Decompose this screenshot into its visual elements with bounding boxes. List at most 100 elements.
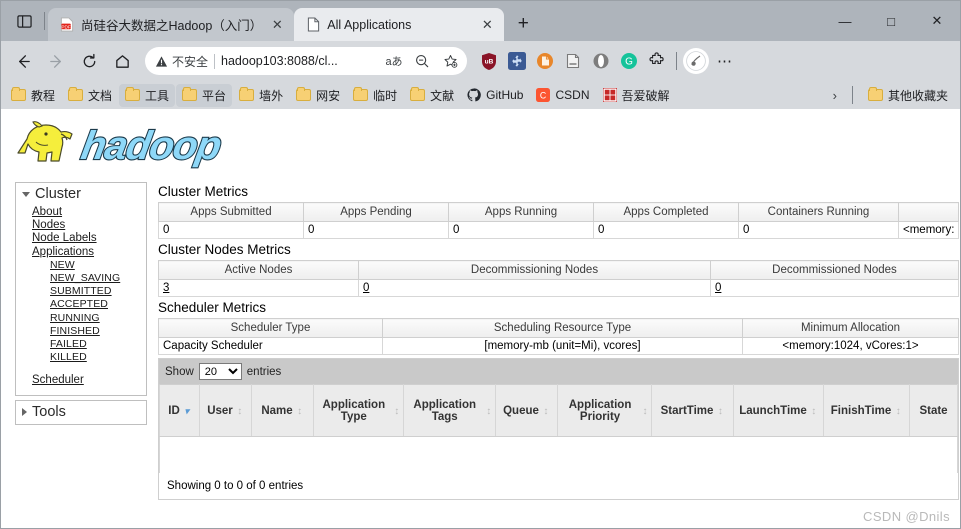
sidebar-item-node-labels[interactable]: Node Labels	[16, 232, 146, 245]
read-aloud-icon[interactable]: aあ	[383, 50, 405, 72]
table-empty-row	[159, 436, 958, 473]
col-user[interactable]: User	[199, 384, 252, 437]
page-note-icon[interactable]	[560, 48, 586, 74]
table-header-row: Active Nodes Decommissioning Nodes Decom…	[158, 260, 959, 280]
home-icon[interactable]	[106, 45, 138, 77]
sort-both-icon	[296, 405, 304, 417]
sidebar-item-applications[interactable]: Applications	[16, 246, 146, 259]
sidebar-tools-title: Tools	[32, 403, 66, 420]
cell-decommissioned-nodes[interactable]: 0	[715, 282, 721, 294]
opera-circle-icon[interactable]	[588, 48, 614, 74]
sidebar-item-running[interactable]: RUNNING	[16, 312, 146, 325]
security-label: 不安全	[172, 54, 209, 69]
close-window-button[interactable]: ✕	[914, 1, 960, 41]
applications-table-body	[159, 436, 958, 473]
col-queue[interactable]: Queue	[495, 384, 558, 437]
pdf-icon: PDF	[59, 17, 75, 33]
cell-decommissioning-nodes[interactable]: 0	[363, 282, 369, 294]
bookmark-github[interactable]: GitHub	[461, 85, 529, 105]
col-application-type[interactable]: Application Type	[313, 384, 404, 437]
security-warning[interactable]: 不安全	[155, 53, 208, 70]
table-row: 3 0 0	[158, 279, 959, 297]
sidebar-item-nodes[interactable]: Nodes	[16, 219, 146, 232]
cell-active-nodes[interactable]: 3	[163, 282, 169, 294]
address-bar[interactable]: 不安全 hadoop103:8088/cl... aあ	[145, 47, 467, 75]
grammarly-icon[interactable]: G	[616, 48, 642, 74]
col-starttime[interactable]: StartTime	[651, 384, 734, 437]
caret-down-icon[interactable]	[22, 191, 30, 197]
close-icon[interactable]: ✕	[268, 16, 286, 34]
col-name[interactable]: Name	[251, 384, 314, 437]
sidebar-item-submitted[interactable]: SUBMITTED	[16, 285, 146, 298]
table-header-row: Apps Submitted Apps Pending Apps Running…	[158, 202, 959, 222]
chevron-right-icon[interactable]: ›	[827, 88, 843, 103]
col-application-priority[interactable]: Application Priority	[557, 384, 652, 437]
profile-avatar[interactable]	[683, 48, 709, 74]
sidebar-item-killed[interactable]: KILLED	[16, 351, 146, 364]
reload-icon[interactable]	[73, 45, 105, 77]
orange-doc-icon[interactable]	[532, 48, 558, 74]
scheduler-metrics-title: Scheduler Metrics	[158, 300, 267, 315]
col-finishtime[interactable]: FinishTime	[823, 384, 910, 437]
tab-hadoop-pdf[interactable]: PDF 尚硅谷大数据之Hadoop（入门） ✕	[48, 8, 295, 41]
warning-triangle-icon	[155, 55, 168, 67]
bookmark-wenxian[interactable]: 文献	[404, 84, 460, 107]
maximize-button[interactable]: □	[868, 1, 914, 41]
sidebar-item-failed[interactable]: FAILED	[16, 338, 146, 351]
cell-scheduling-resource-type: [memory-mb (unit=Mi), vcores]	[382, 337, 743, 355]
sidebar-item-scheduler[interactable]: Scheduler	[16, 374, 146, 387]
sidebar-item-new[interactable]: NEW	[16, 259, 146, 272]
hadoop-logo-icon[interactable]: hadoop	[15, 117, 245, 171]
tab-divider	[44, 12, 45, 30]
puzzle-extension-icon[interactable]	[644, 48, 670, 74]
sort-both-icon	[236, 405, 244, 417]
cell-apps-running: 0	[448, 221, 594, 239]
omnibox-divider	[214, 53, 216, 69]
bookmark-pingtai[interactable]: 平台	[176, 83, 233, 107]
svg-text:PDF: PDF	[61, 24, 70, 29]
sidebar-item-new-saving[interactable]: NEW_SAVING	[16, 272, 146, 285]
sidebar-cluster-header[interactable]: Cluster	[16, 183, 146, 206]
caret-right-icon[interactable]	[22, 407, 27, 416]
bookmark-wangan[interactable]: 网安	[290, 84, 346, 107]
bookmark-52pojie[interactable]: 吾爱破解	[597, 84, 676, 107]
bookmark-jiaocheng[interactable]: 教程	[5, 84, 61, 107]
forward-icon[interactable]	[40, 45, 72, 77]
url-text[interactable]: hadoop103:8088/cl...	[221, 54, 377, 68]
bookmark-wendang[interactable]: 文档	[62, 84, 118, 107]
folder-icon	[410, 87, 426, 101]
52pojie-icon	[602, 88, 617, 102]
sidebar-item-accepted[interactable]: ACCEPTED	[16, 298, 146, 311]
zoom-out-icon[interactable]	[411, 50, 433, 72]
bookmark-csdn[interactable]: C CSDN	[530, 85, 595, 105]
minimize-button[interactable]: —	[822, 1, 868, 41]
tab-search-icon[interactable]	[7, 1, 41, 41]
col-application-tags[interactable]: Application Tags	[403, 384, 496, 437]
sort-both-icon	[485, 405, 492, 417]
col-state[interactable]: State	[909, 384, 958, 437]
tab-all-applications[interactable]: All Applications ✕	[294, 8, 505, 41]
bookmark-linshi[interactable]: 临时	[347, 84, 403, 107]
folder-icon	[867, 87, 883, 101]
page-length-select[interactable]: 20 40 60 80 100	[198, 363, 242, 380]
back-icon[interactable]	[7, 45, 39, 77]
browser-menu-icon[interactable]: ⋯	[711, 47, 739, 75]
move-tool-icon[interactable]	[504, 48, 530, 74]
sidebar-tools-header[interactable]: Tools	[16, 401, 146, 424]
col-launchtime[interactable]: LaunchTime	[733, 384, 824, 437]
add-favorite-icon[interactable]	[439, 50, 461, 72]
close-icon[interactable]: ✕	[478, 16, 496, 34]
cluster-metrics-table: Apps Submitted Apps Pending Apps Running…	[158, 202, 959, 239]
bookmark-qiangwai[interactable]: 墙外	[233, 84, 289, 107]
folder-icon	[353, 87, 369, 101]
col-id[interactable]: ID	[159, 384, 200, 437]
main-content: Cluster Metrics Apps Submitted Apps Pend…	[147, 182, 960, 500]
cell-minimum-allocation: <memory:1024, vCores:1>	[742, 337, 959, 355]
new-tab-button[interactable]: +	[508, 9, 538, 39]
bookmark-other-folder[interactable]: 其他收藏夹	[862, 84, 954, 107]
sidebar-item-finished[interactable]: FINISHED	[16, 325, 146, 338]
ublock-origin-icon[interactable]: uB	[476, 48, 502, 74]
col-scheduling-resource-type: Scheduling Resource Type	[382, 318, 743, 338]
sidebar-item-about[interactable]: About	[16, 206, 146, 219]
bookmark-gongju[interactable]: 工具	[119, 83, 176, 107]
